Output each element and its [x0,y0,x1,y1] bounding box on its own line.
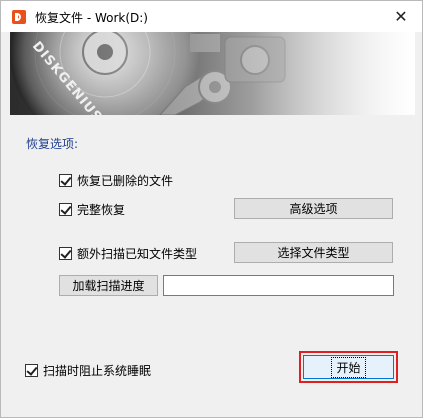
extra-scan-label: 额外扫描已知文件类型 [77,246,198,261]
close-button[interactable]: ✕ [388,5,414,27]
checkbox-checked-icon[interactable] [25,363,38,377]
scan-progress-path-field[interactable] [163,275,394,296]
window-title: 恢复文件 - Work(D:) [35,11,148,25]
banner-image: DISKGENIUS [10,32,415,115]
diskgenius-app-icon [12,10,26,24]
extra-scan-checkbox[interactable]: 额外扫描已知文件类型 [59,245,197,261]
checkbox-checked-icon[interactable] [59,173,72,187]
diskgenius-banner: DISKGENIUS [10,32,415,115]
recover-deleted-checkbox[interactable]: 恢复已删除的文件 [59,172,173,188]
recover-deleted-label: 恢复已删除的文件 [77,173,174,188]
full-recovery-label: 完整恢复 [77,202,126,217]
start-button-label: 开始 [331,356,366,378]
full-recovery-checkbox[interactable]: 完整恢复 [59,201,125,217]
prevent-sleep-label: 扫描时阻止系统睡眠 [43,363,152,378]
load-scan-progress-button[interactable]: 加载扫描进度 [59,275,158,296]
select-file-types-button[interactable]: 选择文件类型 [234,242,393,263]
advanced-options-button[interactable]: 高级选项 [234,198,393,219]
start-button[interactable]: 开始 [303,355,394,379]
checkbox-checked-icon[interactable] [59,246,72,260]
recover-files-dialog: 恢复文件 - Work(D:) ✕ DISKGENIUS 恢复选项: 恢复已删除… [0,0,423,418]
checkbox-checked-icon[interactable] [59,202,72,216]
recovery-options-title: 恢复选项: [26,137,79,151]
title-bar: 恢复文件 - Work(D:) ✕ [1,1,422,32]
prevent-sleep-checkbox[interactable]: 扫描时阻止系统睡眠 [25,362,151,378]
